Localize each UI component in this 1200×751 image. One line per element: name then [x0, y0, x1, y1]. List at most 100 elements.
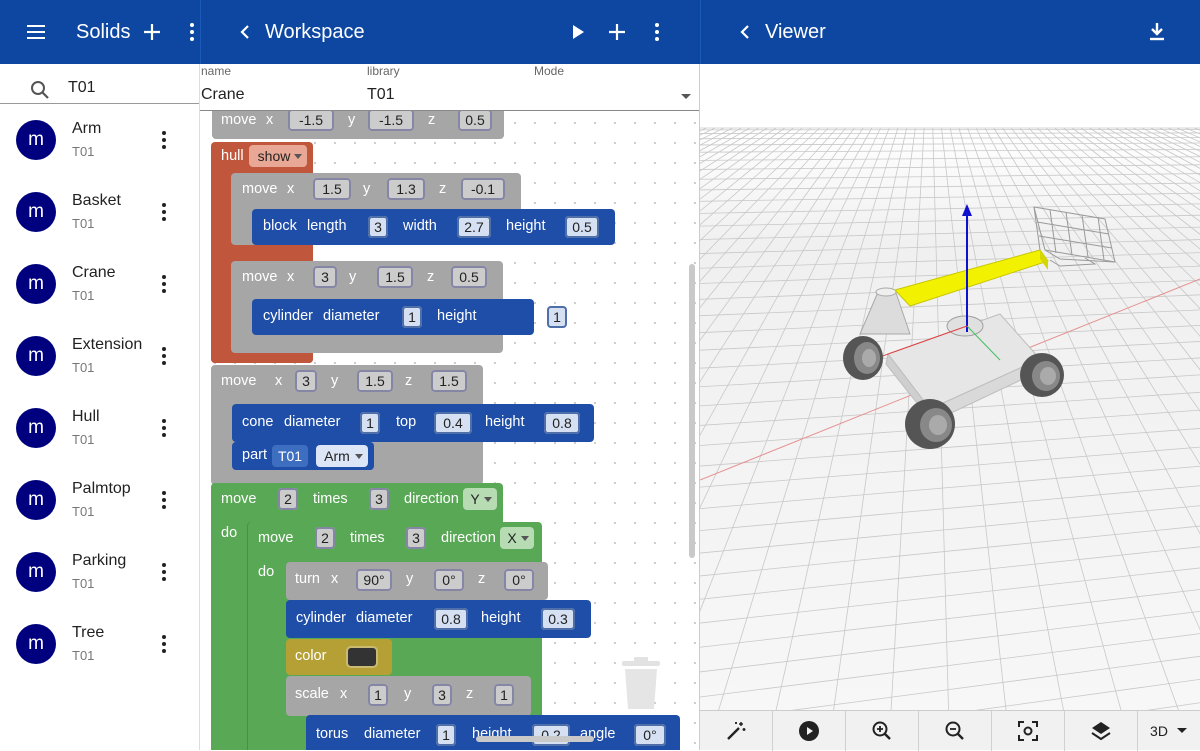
- list-item[interactable]: mCraneT01: [0, 248, 200, 320]
- download-icon[interactable]: [1145, 20, 1169, 44]
- move-x-input[interactable]: -1.5: [288, 111, 334, 131]
- view-mode-select[interactable]: 3D: [1138, 711, 1200, 750]
- play-circle-icon[interactable]: [773, 711, 846, 751]
- list-item[interactable]: mHullT01: [0, 392, 200, 464]
- cylinder-diameter-input[interactable]: 1: [402, 306, 422, 328]
- search-input[interactable]: [68, 79, 188, 97]
- back-icon[interactable]: [233, 20, 257, 44]
- move-z-input[interactable]: 1.5: [431, 370, 467, 392]
- trash-icon[interactable]: [620, 657, 662, 711]
- block-height-input[interactable]: 0.5: [565, 216, 599, 238]
- more-vert-icon[interactable]: [152, 560, 176, 584]
- turn-y-input[interactable]: 0°: [434, 569, 464, 591]
- cone-diameter-input[interactable]: 1: [360, 412, 380, 434]
- hull-mode-dropdown[interactable]: show: [249, 145, 307, 167]
- add-icon[interactable]: [140, 20, 164, 44]
- viewer-scene[interactable]: [700, 64, 1200, 710]
- list-item[interactable]: mTreeT01: [0, 608, 200, 680]
- list-item[interactable]: mParkingT01: [0, 536, 200, 608]
- move-block[interactable]: move x -1.5 y -1.5 z 0.5: [212, 111, 504, 139]
- layers-icon[interactable]: [1065, 711, 1138, 751]
- back-icon[interactable]: [733, 20, 757, 44]
- move-x-input[interactable]: 3: [313, 266, 337, 288]
- part-block[interactable]: part T01 Arm: [232, 442, 374, 470]
- viewer-toolbar: 3D: [700, 710, 1200, 750]
- vertical-scrollbar[interactable]: [689, 264, 695, 558]
- part-name-dropdown[interactable]: Arm: [316, 445, 368, 467]
- torus-diameter-input[interactable]: 1: [436, 724, 456, 746]
- more-vert-icon[interactable]: [152, 200, 176, 224]
- move-z-input[interactable]: 0.5: [458, 111, 492, 131]
- turn-z-input[interactable]: 0°: [504, 569, 534, 591]
- zoom-in-icon[interactable]: [846, 711, 919, 751]
- more-vert-icon[interactable]: [645, 20, 669, 44]
- move-z-input[interactable]: -0.1: [461, 178, 505, 200]
- cylinder-block[interactable]: cylinder diameter 0.8 height 0.3: [286, 600, 591, 638]
- cone-height-input[interactable]: 0.8: [544, 412, 580, 434]
- list-item[interactable]: mPalmtopT01: [0, 464, 200, 536]
- turn-x-input[interactable]: 90°: [356, 569, 392, 591]
- move-z-input[interactable]: 0.5: [451, 266, 487, 288]
- fit-icon[interactable]: [992, 711, 1065, 751]
- more-vert-icon[interactable]: [152, 416, 176, 440]
- viewer-panel[interactable]: [700, 64, 1200, 710]
- block-primitive[interactable]: block length 3 width 2.7 height 0.5: [252, 209, 615, 245]
- search-icon[interactable]: [28, 78, 52, 102]
- move-y-input[interactable]: -1.5: [368, 111, 414, 131]
- part-library-field[interactable]: T01: [272, 445, 308, 467]
- cone-top-input[interactable]: 0.4: [434, 412, 472, 434]
- z-keyword: z: [427, 269, 434, 285]
- x-keyword: x: [266, 112, 273, 128]
- play-icon[interactable]: [565, 20, 589, 44]
- repeat-move-input[interactable]: 2: [315, 527, 335, 549]
- cylinder-block[interactable]: cylinder diameter 1 height 1: [252, 299, 534, 335]
- more-vert-icon[interactable]: [152, 632, 176, 656]
- horizontal-scrollbar[interactable]: [476, 736, 594, 742]
- list-item[interactable]: mArmT01: [0, 104, 200, 176]
- x-keyword: x: [340, 686, 347, 702]
- repeat-times-input[interactable]: 3: [369, 488, 389, 510]
- list-item[interactable]: mBasketT01: [0, 176, 200, 248]
- zoom-out-icon[interactable]: [919, 711, 992, 751]
- move-x-input[interactable]: 1.5: [313, 178, 351, 200]
- torus-angle-input[interactable]: 0°: [634, 724, 666, 746]
- color-swatch[interactable]: [346, 646, 378, 668]
- mode-select[interactable]: [534, 82, 698, 110]
- height-keyword: height: [481, 610, 521, 626]
- library-field[interactable]: T01: [367, 86, 395, 104]
- turn-block[interactable]: turn x 90° y 0° z 0°: [286, 562, 548, 600]
- menu-icon[interactable]: [24, 20, 48, 44]
- more-vert-icon[interactable]: [152, 488, 176, 512]
- scale-z-input[interactable]: 1: [494, 684, 514, 706]
- color-block[interactable]: color: [286, 639, 392, 675]
- move-x-input[interactable]: 3: [295, 370, 317, 392]
- cylinder-diameter-input[interactable]: 0.8: [434, 608, 468, 630]
- blockly-canvas[interactable]: move x -1.5 y -1.5 z 0.5 hull show move …: [200, 111, 700, 750]
- times-keyword: times: [350, 530, 385, 546]
- repeat-times-input[interactable]: 3: [406, 527, 426, 549]
- block-length-input[interactable]: 3: [368, 216, 388, 238]
- name-field[interactable]: Crane: [201, 86, 245, 104]
- move-y-input[interactable]: 1.5: [377, 266, 413, 288]
- move-y-input[interactable]: 1.3: [387, 178, 425, 200]
- scale-x-input[interactable]: 1: [368, 684, 388, 706]
- more-vert-icon[interactable]: [152, 128, 176, 152]
- more-vert-icon[interactable]: [152, 344, 176, 368]
- cylinder-height-input[interactable]: 1: [547, 306, 567, 328]
- torus-block[interactable]: torus diameter 1 height 0.2 angle 0°: [306, 715, 680, 750]
- repeat-direction-dropdown[interactable]: X: [500, 527, 534, 549]
- repeat-move-input[interactable]: 2: [278, 488, 298, 510]
- torus-height-input[interactable]: 0.2: [532, 724, 570, 746]
- cone-block[interactable]: cone diameter 1 top 0.4 height 0.8: [232, 404, 594, 442]
- repeat-direction-dropdown[interactable]: Y: [463, 488, 497, 510]
- block-width-input[interactable]: 2.7: [457, 216, 491, 238]
- more-vert-icon[interactable]: [152, 272, 176, 296]
- scale-y-input[interactable]: 3: [432, 684, 452, 706]
- move-y-input[interactable]: 1.5: [357, 370, 393, 392]
- add-icon[interactable]: [605, 20, 629, 44]
- list-item[interactable]: mExtensionT01: [0, 320, 200, 392]
- scale-block[interactable]: scale x 1 y 3 z 1: [286, 676, 531, 716]
- times-keyword: times: [313, 491, 348, 507]
- cylinder-height-input[interactable]: 0.3: [541, 608, 575, 630]
- wand-icon[interactable]: [700, 711, 773, 751]
